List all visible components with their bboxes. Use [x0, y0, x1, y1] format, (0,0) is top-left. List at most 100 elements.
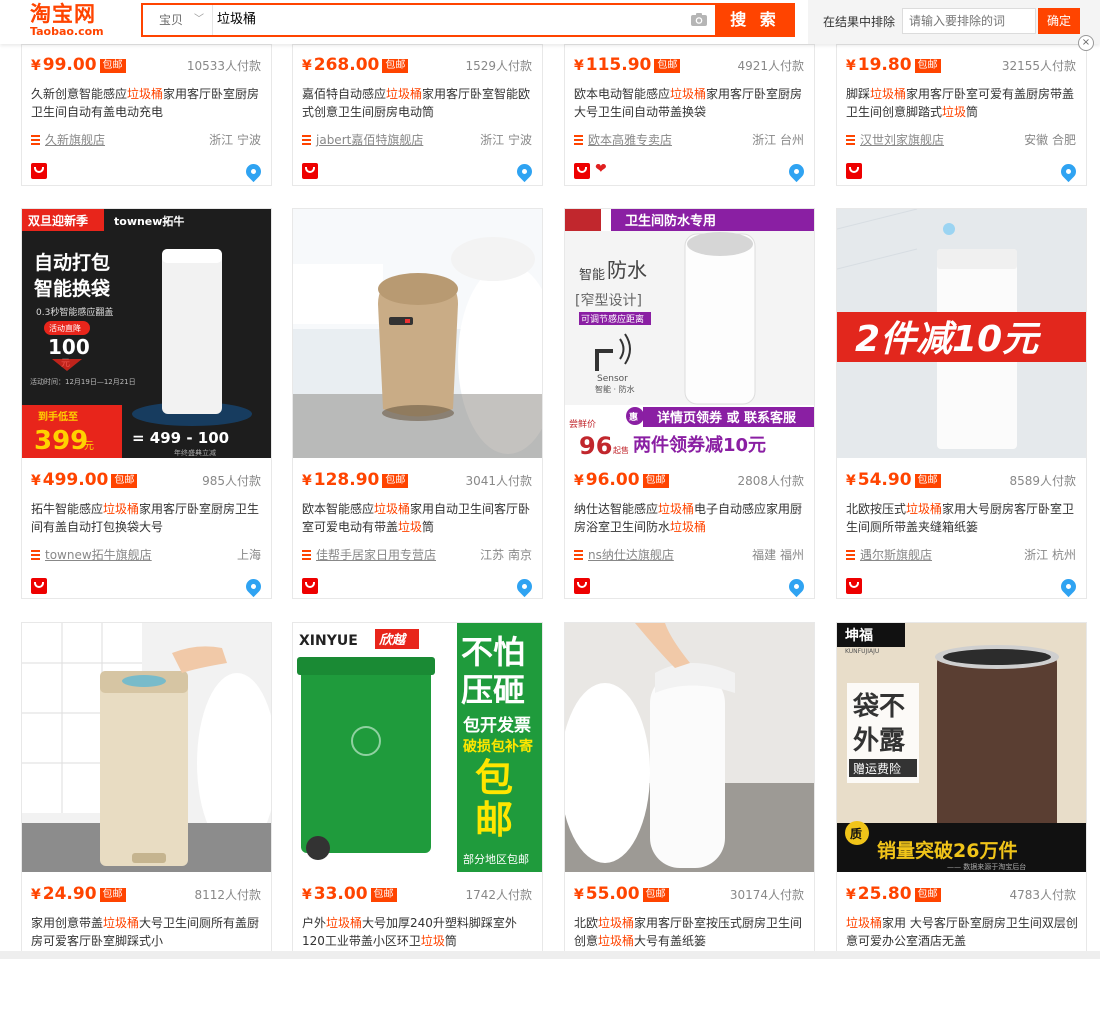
title-keyword: 垃圾桶 — [598, 934, 635, 948]
wangwang-chat-icon[interactable] — [1057, 575, 1080, 598]
product-image[interactable]: 卫生间防水专用 智能 防水 [窄型设计] 可调节感应距离 Sensor 智能 · 防水 详情页… — [565, 209, 814, 458]
spec-2: 防水 — [607, 258, 647, 282]
tmall-icon[interactable] — [574, 578, 590, 594]
product-title-link[interactable]: 脚踩垃圾桶家用客厅卧室可爱有盖厨房带盖卫生间创意脚踏式垃圾筒 — [846, 85, 1078, 121]
shop-link[interactable]: ns纳仕达旗舰店 — [574, 546, 674, 563]
shop-name[interactable]: jabert嘉佰特旗舰店 — [316, 133, 423, 147]
exclude-label: 在结果中排除 — [823, 15, 896, 29]
exclude-input[interactable] — [902, 8, 1036, 34]
price-value: 33.00 — [313, 884, 368, 904]
product-card[interactable]: ¥55.00 包邮 30174人付款 北欧垃圾桶家用客厅卧室按压式厨房卫生间创意垃圾桶… — [564, 622, 815, 959]
product-title-link[interactable]: 户外垃圾桶大号加厚240升塑料脚踩室外120工业带盖小区环卫垃圾筒 — [302, 914, 534, 950]
heart-icon[interactable]: ❤ — [595, 161, 607, 177]
wangwang-chat-icon[interactable] — [242, 575, 265, 598]
deal-text: 两件领券减10元 — [633, 434, 766, 456]
product-title-link[interactable]: 嘉佰特自动感应垃圾桶家用客厅卧室智能欧式创意卫生间厨房电动筒 — [302, 85, 534, 121]
right-5: 包 — [475, 756, 513, 800]
shop-link[interactable]: 欧本高雅专卖店 — [574, 131, 672, 148]
shop-link[interactable]: 佳帮手居家日用专营店 — [302, 546, 436, 563]
tmall-icon[interactable] — [31, 163, 47, 179]
product-title-link[interactable]: 拓牛智能感应垃圾桶家用客厅卧室厨房卫生间有盖自动打包换袋大号 — [31, 500, 263, 536]
exclude-panel: 在结果中排除 确定 — [808, 0, 1100, 44]
product-title-link[interactable]: 北欧按压式垃圾桶家用大号厨房客厅卧室卫生间厕所带盖夹缝箱纸篓 — [846, 500, 1078, 536]
tmall-icon[interactable] — [574, 163, 590, 179]
search-scope-select[interactable]: 宝贝 ﹀ — [143, 5, 213, 35]
shop-name[interactable]: 欧本高雅专卖店 — [588, 133, 672, 147]
product-image[interactable]: 2件减10元 — [837, 209, 1086, 458]
product-info: ¥33.00 包邮 1742人付款 户外垃圾桶大号加厚240升塑料脚踩室外120工业带… — [293, 872, 542, 1012]
product-image[interactable] — [565, 623, 814, 872]
exclude-confirm-button[interactable]: 确定 — [1038, 8, 1080, 34]
wangwang-chat-icon[interactable] — [242, 160, 265, 183]
taobao-logo[interactable]: 淘宝网 Taobao.com — [30, 2, 112, 42]
shop-name[interactable]: 久新旗舰店 — [45, 133, 105, 147]
spec-1: 智能 — [579, 268, 605, 283]
product-card[interactable]: 坤福 KUNFUJIAJU 袋不 外露 赠运费险质销量突破26万件 —— 数据来源于淘宝后… — [836, 622, 1087, 959]
product-card[interactable]: 双旦迎新季 townew拓牛自动打包智能换袋 0.3秒智能感应翻盖活动直降 100 元 活… — [21, 208, 272, 599]
product-image-frame[interactable]: XINYUE 欣越 不怕 压砸 包开发票 破损包补寄包邮部分地区包邮 — [293, 623, 542, 872]
shop-name[interactable]: 遇尔斯旗舰店 — [860, 548, 932, 562]
wangwang-chat-icon[interactable] — [785, 575, 808, 598]
close-icon[interactable]: × — [1078, 35, 1094, 51]
title-text: 北欧 — [574, 916, 599, 930]
shop-link[interactable]: jabert嘉佰特旗舰店 — [302, 131, 423, 148]
shop-name[interactable]: townew拓牛旗舰店 — [45, 548, 152, 562]
tmall-icon[interactable] — [846, 578, 862, 594]
product-title-link[interactable]: 北欧垃圾桶家用客厅卧室按压式厨房卫生间创意垃圾桶大号有盖纸篓 — [574, 914, 806, 950]
shop-name[interactable]: 佳帮手居家日用专营店 — [316, 548, 436, 562]
product-image-frame[interactable]: 卫生间防水专用 智能 防水 [窄型设计] 可调节感应距离 Sensor 智能 · 防水 详情页… — [565, 209, 814, 458]
shop-link[interactable]: 久新旗舰店 — [31, 131, 105, 148]
chevron-down-icon: ﹀ — [194, 14, 204, 25]
claim-1: 袋不 — [852, 692, 905, 722]
product-card[interactable]: XINYUE 欣越 不怕 压砸 包开发票 破损包补寄包邮部分地区包邮 ¥33.00 包邮 174… — [292, 622, 543, 959]
currency-symbol: ¥ — [31, 58, 41, 74]
tmall-icon[interactable] — [302, 163, 318, 179]
product-card[interactable]: ¥268.00 包邮 1529人付款 嘉佰特自动感应垃圾桶家用客厅卧室智能欧式创意卫生… — [292, 44, 543, 186]
shop-link[interactable]: 汉世刘家旗舰店 — [846, 131, 944, 148]
product-title-link[interactable]: 欧本智能感应垃圾桶家用自动卫生间客厅卧室可爱电动有带盖垃圾筒 — [302, 500, 534, 536]
product-image[interactable]: 双旦迎新季 townew拓牛自动打包智能换袋 0.3秒智能感应翻盖活动直降 100 元 活… — [22, 209, 271, 458]
product-card[interactable]: 2件减10元 ¥54.90 包邮 8589人付款 北欧按压式垃圾桶家用大号厨房客厅卧室卫… — [836, 208, 1087, 599]
camera-icon[interactable] — [690, 12, 708, 27]
shop-link[interactable]: 遇尔斯旗舰店 — [846, 546, 932, 563]
wangwang-chat-icon[interactable] — [513, 575, 536, 598]
shop-link[interactable]: townew拓牛旗舰店 — [31, 546, 152, 563]
product-image-frame[interactable]: 2件减10元 — [837, 209, 1086, 458]
product-image[interactable]: XINYUE 欣越 不怕 压砸 包开发票 破损包补寄包邮部分地区包邮 — [293, 623, 542, 872]
tmall-icon[interactable] — [846, 163, 862, 179]
product-image-frame[interactable] — [293, 209, 542, 458]
product-title-link[interactable]: 家用创意带盖垃圾桶大号卫生间厕所有盖厨房可爱客厅卧室脚踩式小 — [31, 914, 263, 950]
product-title-link[interactable]: 垃圾桶家用 大号客厅卧室厨房卫生间双层创意可爱办公室酒店无盖 — [846, 914, 1078, 950]
tmall-icon[interactable] — [31, 578, 47, 594]
search-button[interactable]: 搜 索 — [715, 3, 795, 37]
wangwang-chat-icon[interactable] — [785, 160, 808, 183]
product-card[interactable]: ¥24.90 包邮 8112人付款 家用创意带盖垃圾桶大号卫生间厕所有盖厨房可爱客厅卧… — [21, 622, 272, 959]
wangwang-chat-icon[interactable] — [513, 160, 536, 183]
product-image[interactable] — [293, 209, 542, 458]
product-image-frame[interactable]: 坤福 KUNFUJIAJU 袋不 外露 赠运费险质销量突破26万件 —— 数据来源于淘宝后… — [837, 623, 1086, 872]
product-title-link[interactable]: 纳仕达智能感应垃圾桶电子自动感应家用厨房浴室卫生间防水垃圾桶 — [574, 500, 806, 536]
qi-label: 起售 — [613, 445, 629, 455]
claim-2: 外露 — [853, 726, 906, 756]
product-image-frame[interactable] — [565, 623, 814, 872]
product-image[interactable]: 坤福 KUNFUJIAJU 袋不 外露 赠运费险质销量突破26万件 —— 数据来源于淘宝后… — [837, 623, 1086, 872]
shop-name[interactable]: 汉世刘家旗舰店 — [860, 133, 944, 147]
product-info: ¥24.90 包邮 8112人付款 家用创意带盖垃圾桶大号卫生间厕所有盖厨房可爱客厅卧… — [22, 872, 271, 1012]
shop-name[interactable]: ns纳仕达旗舰店 — [588, 548, 674, 562]
product-title-link[interactable]: 欧本电动智能感应垃圾桶家用客厅卧室厨房大号卫生间自动带盖换袋 — [574, 85, 806, 121]
title-keyword: 垃圾桶 — [670, 520, 707, 534]
product-card[interactable]: ¥19.80 包邮 32155人付款 脚踩垃圾桶家用客厅卧室可爱有盖厨房带盖卫生间创意… — [836, 44, 1087, 186]
title-keyword: 垃圾 — [942, 105, 967, 119]
product-card[interactable]: ¥99.00 包邮 10533人付款 久新创意智能感应垃圾桶家用客厅卧室厨房卫生间自动… — [21, 44, 272, 186]
search-input[interactable] — [217, 5, 687, 35]
product-card[interactable]: ¥115.90 包邮 4921人付款 欧本电动智能感应垃圾桶家用客厅卧室厨房大号卫生间… — [564, 44, 815, 186]
product-title-link[interactable]: 久新创意智能感应垃圾桶家用客厅卧室厨房卫生间自动有盖电动充电 — [31, 85, 263, 121]
product-image-frame[interactable] — [22, 623, 271, 872]
hui-badge: 惠 — [629, 411, 638, 423]
product-card[interactable]: ¥128.90 包邮 3041人付款 欧本智能感应垃圾桶家用自动卫生间客厅卧室可爱电动… — [292, 208, 543, 599]
product-image-frame[interactable]: 双旦迎新季 townew拓牛自动打包智能换袋 0.3秒智能感应翻盖活动直降 100 元 活… — [22, 209, 271, 458]
product-image[interactable] — [22, 623, 271, 872]
tmall-icon[interactable] — [302, 578, 318, 594]
wangwang-chat-icon[interactable] — [1057, 160, 1080, 183]
product-card[interactable]: 卫生间防水专用 智能 防水 [窄型设计] 可调节感应距离 Sensor 智能 · 防水 详情页… — [564, 208, 815, 599]
